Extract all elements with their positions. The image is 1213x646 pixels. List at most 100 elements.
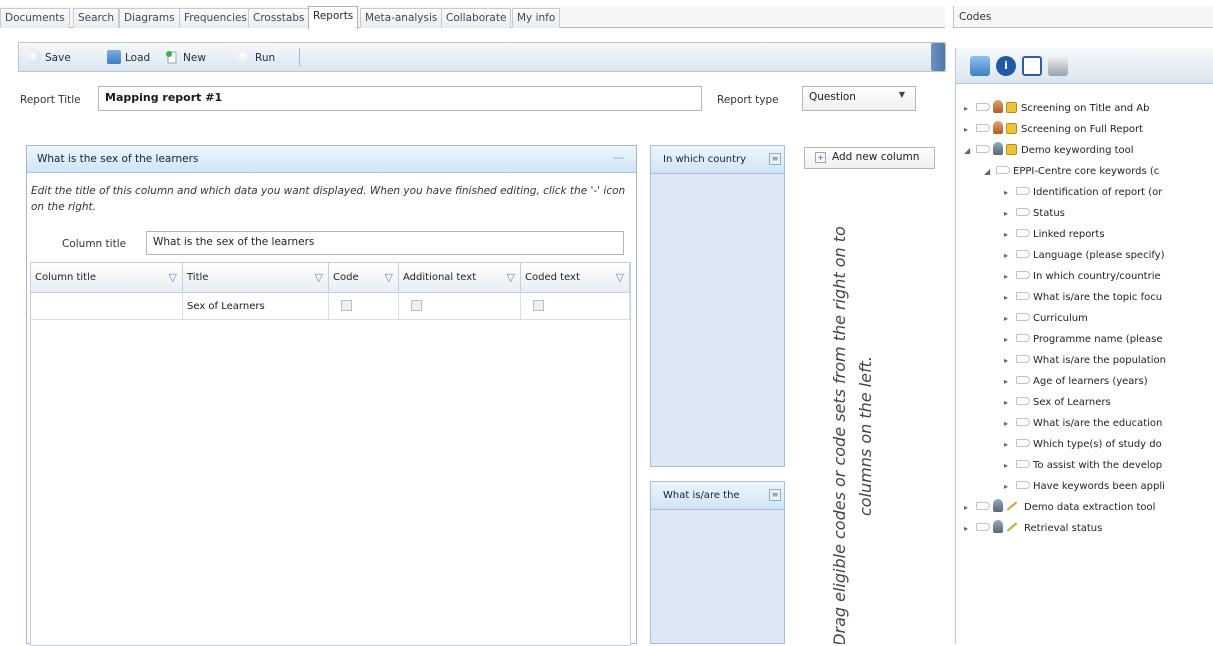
code-tree-item[interactable]: ▸ Retrieval status bbox=[964, 520, 1102, 538]
save-button[interactable]: Save bbox=[27, 49, 71, 67]
grid-header-additional-text[interactable]: Additional text ▽ bbox=[399, 263, 521, 293]
code-tree-item[interactable]: ◢ EPPI-Centre core keywords (c bbox=[984, 163, 1159, 181]
load-button[interactable]: Load bbox=[107, 49, 150, 67]
expand-toggle-icon[interactable]: ▸ bbox=[1004, 415, 1014, 433]
report-toolbar: Save Load New Run bbox=[18, 42, 946, 72]
expand-toggle-icon[interactable]: ▸ bbox=[1004, 394, 1014, 412]
code-tree-item[interactable]: ▸ Have keywords been appli bbox=[1004, 478, 1165, 496]
filter-icon[interactable]: ▽ bbox=[616, 263, 624, 293]
expand-toggle-icon[interactable]: ▸ bbox=[964, 121, 974, 139]
code-tree-item[interactable]: ▸ Screening on Full Report bbox=[964, 121, 1143, 139]
tab-frequencies[interactable]: Frequencies bbox=[179, 8, 252, 28]
code-tree-item[interactable]: ▸ In which country/countrie bbox=[1004, 268, 1161, 286]
expand-toggle-icon[interactable]: ▸ bbox=[964, 499, 974, 517]
report-column-what-is[interactable]: What is/are the ≡ bbox=[650, 481, 785, 644]
code-tree-item[interactable]: ▸ Identification of report (or bbox=[1004, 184, 1162, 202]
filter-icon[interactable]: ▽ bbox=[169, 263, 177, 293]
run-label: Run bbox=[255, 52, 276, 64]
tab-search[interactable]: Search bbox=[73, 8, 120, 28]
column-edit-icon[interactable]: ≡ bbox=[769, 489, 781, 501]
run-button[interactable]: Run bbox=[237, 49, 275, 67]
code-tree-item[interactable]: ▸ Linked reports bbox=[1004, 226, 1105, 244]
collapse-column-button[interactable]: — bbox=[613, 151, 624, 164]
code-tree-item[interactable]: ▸ Which type(s) of study do bbox=[1004, 436, 1162, 454]
expand-toggle-icon[interactable]: ▸ bbox=[1004, 268, 1014, 286]
expand-toggle-icon[interactable]: ▸ bbox=[1004, 247, 1014, 265]
user-icon bbox=[993, 100, 1003, 113]
report-type-label: Report type bbox=[717, 94, 779, 106]
save-icon bbox=[27, 50, 41, 64]
import-codes-icon[interactable] bbox=[970, 56, 990, 76]
add-new-column-button[interactable]: + Add new column bbox=[804, 147, 935, 169]
code-tree-item[interactable]: ▸ Programme name (please bbox=[1004, 331, 1162, 349]
code-tree-item[interactable]: ▸ To assist with the develop bbox=[1004, 457, 1162, 475]
code-tree-item[interactable]: ▸ What is/are the education bbox=[1004, 415, 1162, 433]
filter-icon[interactable]: ▽ bbox=[507, 263, 515, 293]
code-tree-label: Status bbox=[1033, 208, 1065, 219]
code-tree-item[interactable]: ▸ Curriculum bbox=[1004, 310, 1088, 328]
grid-header-coded-text[interactable]: Coded text ▽ bbox=[521, 263, 630, 293]
lock-icon bbox=[1006, 102, 1017, 113]
expand-toggle-icon[interactable]: ▸ bbox=[1004, 226, 1014, 244]
expand-toggle-icon[interactable]: ▸ bbox=[964, 520, 974, 538]
info-icon[interactable]: i bbox=[996, 56, 1016, 76]
expand-toggle-icon[interactable]: ▸ bbox=[1004, 373, 1014, 391]
toolbar-scroll-thumb[interactable] bbox=[931, 43, 945, 71]
code-checkbox[interactable] bbox=[341, 300, 352, 311]
drag-arrow-icon bbox=[1016, 397, 1030, 405]
row-title-cell[interactable]: Sex of Learners bbox=[183, 294, 329, 320]
code-tree-item[interactable]: ▸ Demo data extraction tool bbox=[964, 499, 1155, 517]
expand-toggle-icon[interactable]: ▸ bbox=[1004, 352, 1014, 370]
code-tree-item[interactable]: ▸ Language (please specify) bbox=[1004, 247, 1165, 265]
tab-documents[interactable]: Documents bbox=[0, 8, 70, 28]
grid-header-title[interactable]: Title ▽ bbox=[183, 263, 329, 293]
expand-toggle-icon[interactable]: ▸ bbox=[1004, 184, 1014, 202]
column-data-grid: Column title ▽ Title ▽ Code ▽ Additional te… bbox=[30, 262, 631, 646]
expand-toggle-icon[interactable]: ◢ bbox=[984, 163, 994, 181]
code-tree-item[interactable]: ▸ Screening on Title and Ab bbox=[964, 100, 1149, 118]
column-edit-icon[interactable]: ≡ bbox=[769, 153, 781, 165]
expand-toggle-icon[interactable]: ▸ bbox=[964, 100, 974, 118]
drag-arrow-icon bbox=[976, 502, 990, 510]
code-tree-label: Which type(s) of study do bbox=[1033, 439, 1162, 450]
coded-text-checkbox[interactable] bbox=[533, 300, 544, 311]
tab-my-info[interactable]: My info bbox=[512, 8, 561, 28]
code-tree-label: Demo data extraction tool bbox=[1024, 502, 1156, 513]
drag-hint-text: Drag eligible codes or code sets from th… bbox=[830, 226, 875, 644]
tab-crosstabs[interactable]: Crosstabs bbox=[248, 8, 310, 28]
pencil-icon bbox=[1006, 522, 1018, 532]
filter-icon[interactable]: ▽ bbox=[315, 263, 323, 293]
column-title-input[interactable]: What is the sex of the learners bbox=[146, 231, 624, 255]
code-tree-item[interactable]: ▸ Sex of Learners bbox=[1004, 394, 1111, 412]
row-column-title-cell[interactable] bbox=[31, 294, 183, 320]
tab-meta-analysis[interactable]: Meta-analysis bbox=[360, 8, 443, 28]
expand-toggle-icon[interactable]: ▸ bbox=[1004, 205, 1014, 223]
grid-header-code[interactable]: Code ▽ bbox=[329, 263, 399, 293]
expand-toggle-icon[interactable]: ▸ bbox=[1004, 457, 1014, 475]
report-type-select[interactable]: Question ▼ bbox=[802, 86, 916, 111]
code-tree-item[interactable]: ◢ Demo keywording tool bbox=[964, 142, 1134, 160]
expand-toggle-icon[interactable]: ▸ bbox=[1004, 478, 1014, 496]
expand-toggle-icon[interactable]: ▸ bbox=[1004, 310, 1014, 328]
expand-toggle-icon[interactable]: ▸ bbox=[1004, 436, 1014, 454]
expand-toggle-icon[interactable]: ◢ bbox=[964, 142, 974, 160]
code-tree-item[interactable]: ▸ What is/are the topic focu bbox=[1004, 289, 1162, 307]
expand-toggle-icon[interactable]: ▸ bbox=[1004, 331, 1014, 349]
print-icon[interactable] bbox=[1048, 56, 1068, 76]
new-button[interactable]: New bbox=[165, 49, 206, 67]
code-tree-item[interactable]: ▸ Age of learners (years) bbox=[1004, 373, 1148, 391]
report-column-country[interactable]: In which country ≡ bbox=[650, 145, 785, 467]
tab-reports[interactable]: Reports bbox=[308, 6, 359, 29]
tab-diagrams[interactable]: Diagrams bbox=[119, 8, 180, 28]
code-properties-icon[interactable] bbox=[1022, 56, 1042, 76]
report-title-input[interactable]: Mapping report #1 bbox=[98, 86, 702, 111]
code-tree-item[interactable]: ▸ What is/are the population bbox=[1004, 352, 1166, 370]
expand-toggle-icon[interactable]: ▸ bbox=[1004, 289, 1014, 307]
additional-text-checkbox[interactable] bbox=[411, 300, 422, 311]
tab-collaborate[interactable]: Collaborate bbox=[441, 8, 512, 28]
filter-icon[interactable]: ▽ bbox=[385, 263, 393, 293]
code-tree-item[interactable]: ▸ Status bbox=[1004, 205, 1065, 223]
lock-icon bbox=[1006, 144, 1017, 155]
column-title-label: Column title bbox=[62, 238, 127, 250]
grid-header-column-title[interactable]: Column title ▽ bbox=[31, 263, 183, 293]
